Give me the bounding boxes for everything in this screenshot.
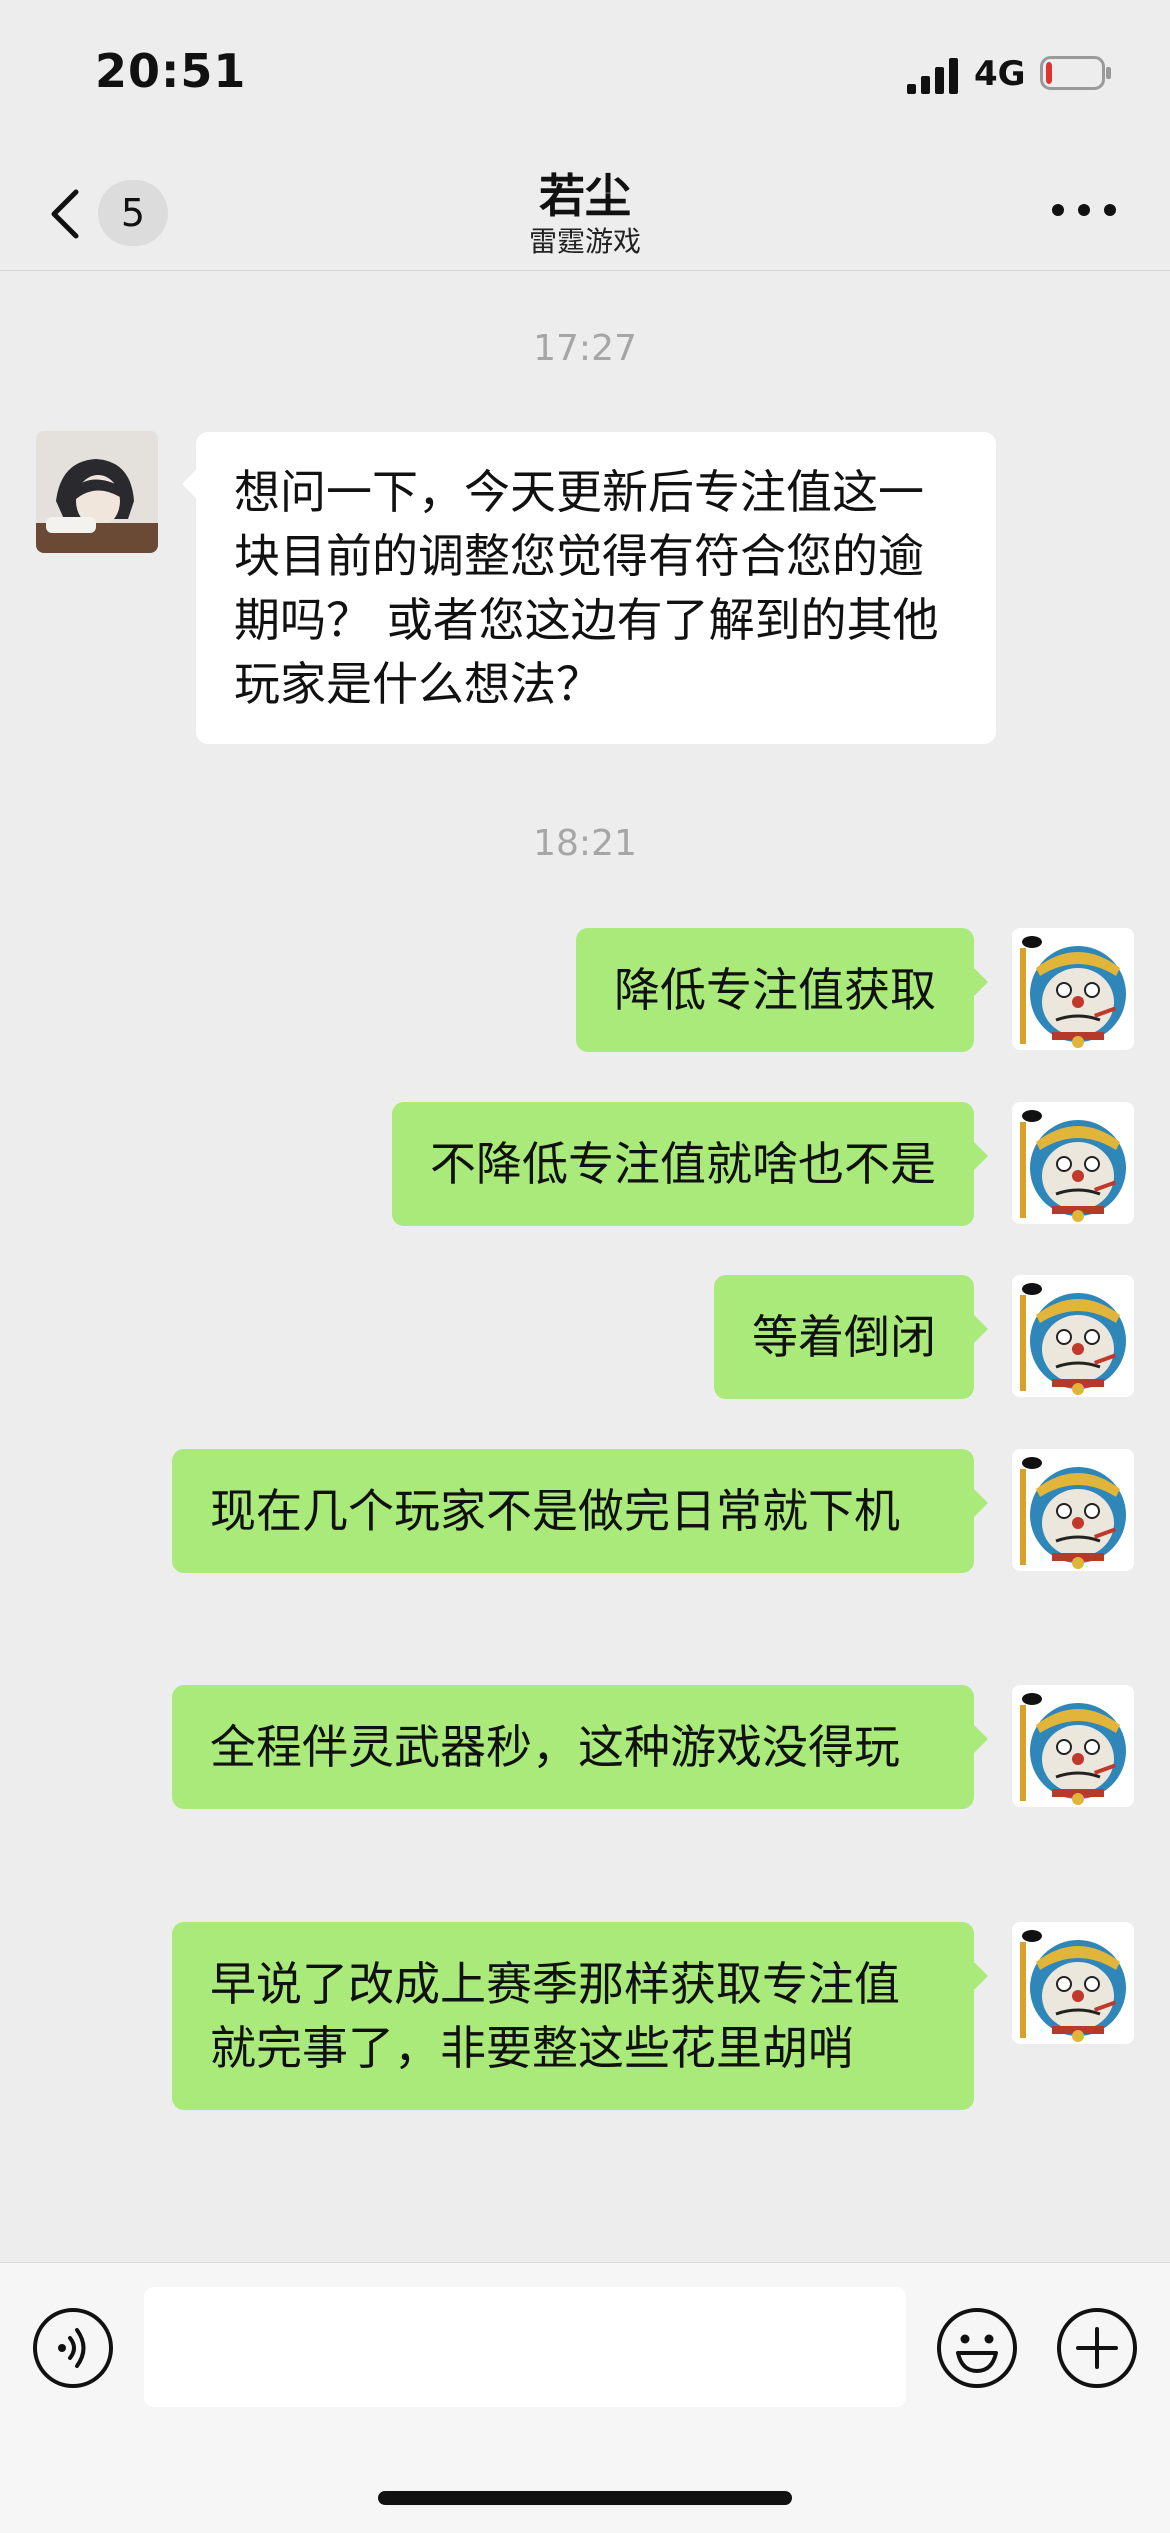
network-type: 4G	[974, 54, 1026, 94]
home-indicator[interactable]	[378, 2491, 792, 2505]
my-avatar[interactable]	[1012, 928, 1134, 1050]
my-avatar[interactable]	[1012, 1275, 1134, 1397]
my-avatar[interactable]	[1012, 1685, 1134, 1807]
timestamp-label: 18:21	[533, 823, 637, 864]
contact-name: 若尘	[539, 169, 631, 223]
my-avatar-image	[1012, 1275, 1134, 1397]
message-input-bar	[0, 2262, 1170, 2533]
my-avatar-image	[1012, 1922, 1134, 2044]
outgoing-message[interactable]: 等着倒闭	[714, 1275, 988, 1399]
emoji-icon[interactable]	[936, 2307, 1018, 2389]
status-bar: 20:51 4G	[0, 0, 1170, 150]
my-avatar[interactable]	[1012, 1102, 1134, 1224]
my-avatar[interactable]	[1012, 1449, 1134, 1571]
outgoing-message[interactable]: 早说了改成上赛季那样获取专注值就完事了，非要整这些花里胡哨	[172, 1922, 988, 2110]
battery-icon	[1040, 56, 1111, 90]
outgoing-message[interactable]: 降低专注值获取	[576, 928, 988, 1052]
voice-input-icon[interactable]	[32, 2307, 114, 2389]
more-options-icon[interactable]	[1048, 198, 1120, 222]
message-list[interactable]: 17:27 想问一下，今天更新后专注值这一块目前的调整您觉得有符合您的逾期吗？ …	[0, 271, 1170, 2261]
contact-avatar[interactable]	[36, 431, 158, 553]
incoming-message[interactable]: 想问一下，今天更新后专注值这一块目前的调整您觉得有符合您的逾期吗？ 或者您这边有…	[182, 432, 996, 744]
contact-subtitle: 雷霆游戏	[528, 225, 641, 258]
message-text-input[interactable]	[144, 2287, 906, 2407]
status-time: 20:51	[95, 44, 247, 98]
battery-level-fill	[1046, 62, 1052, 84]
my-avatar-image	[1012, 1102, 1134, 1224]
my-avatar-image	[1012, 928, 1134, 1050]
cellular-signal-icon	[907, 58, 958, 94]
my-avatar-image	[1012, 1449, 1134, 1571]
outgoing-message[interactable]: 现在几个玩家不是做完日常就下机	[172, 1449, 988, 1573]
chat-header: 5 若尘 雷霆游戏	[0, 150, 1170, 271]
contact-avatar-image	[36, 431, 158, 553]
my-avatar-image	[1012, 1685, 1134, 1807]
add-attachment-icon[interactable]	[1056, 2307, 1138, 2389]
timestamp-label: 17:27	[533, 328, 637, 369]
outgoing-message[interactable]: 全程伴灵武器秒，这种游戏没得玩	[172, 1685, 988, 1809]
my-avatar[interactable]	[1012, 1922, 1134, 2044]
outgoing-message[interactable]: 不降低专注值就啥也不是	[392, 1102, 988, 1226]
